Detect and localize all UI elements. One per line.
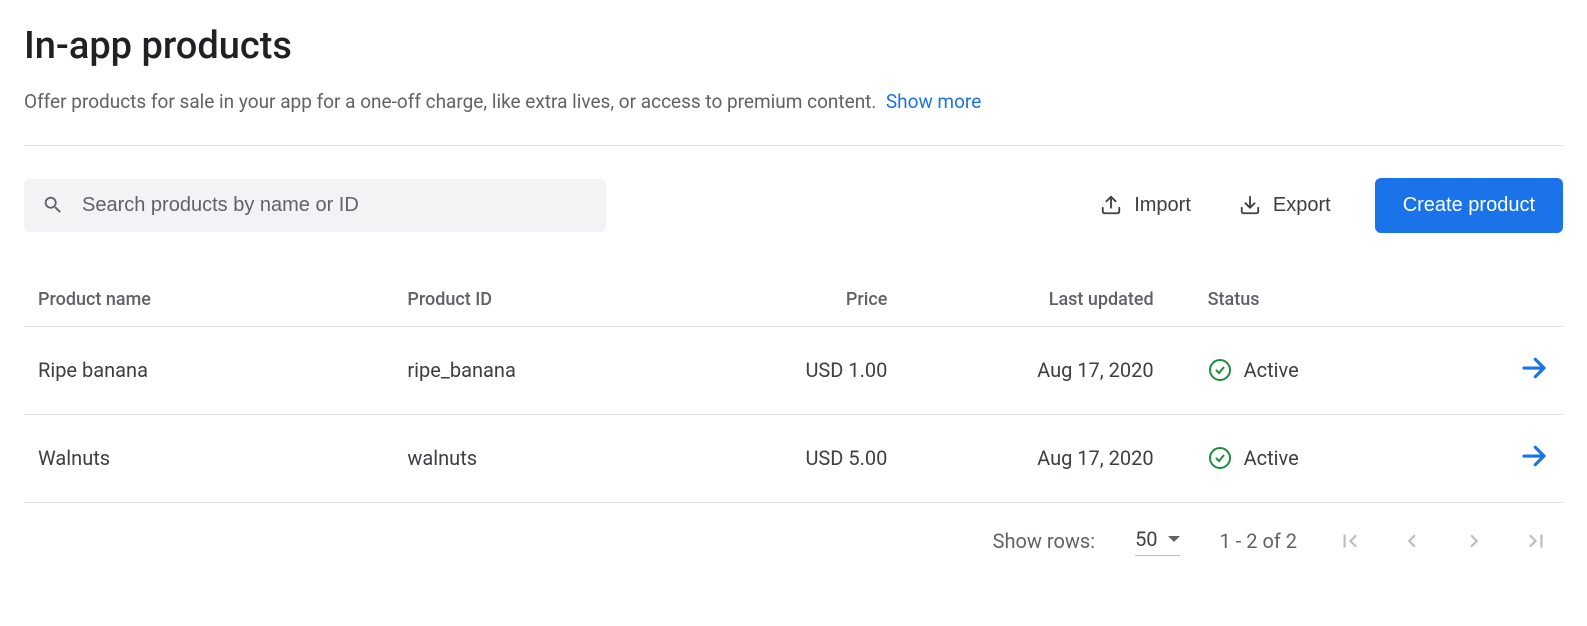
cell-price: USD 1.00	[732, 326, 947, 414]
prev-page-button[interactable]	[1399, 528, 1425, 554]
arrow-right-icon	[1519, 353, 1549, 383]
cell-price: USD 5.00	[732, 414, 947, 502]
import-button[interactable]: Import	[1096, 186, 1195, 225]
col-header-price: Price	[732, 273, 947, 327]
col-header-status: Status	[1194, 273, 1440, 327]
cell-status: Active	[1194, 326, 1440, 414]
import-label: Import	[1134, 194, 1191, 217]
show-more-link[interactable]: Show more	[886, 90, 981, 113]
cell-action	[1440, 414, 1563, 502]
cell-product-name: Walnuts	[24, 414, 393, 502]
export-label: Export	[1273, 194, 1331, 217]
cell-product-name: Ripe banana	[24, 326, 393, 414]
show-rows-label: Show rows:	[993, 529, 1095, 553]
cell-product-id: walnuts	[393, 414, 732, 502]
table-header-row: Product name Product ID Price Last updat…	[24, 273, 1563, 327]
table-row[interactable]: WalnutswalnutsUSD 5.00Aug 17, 2020 Active	[24, 414, 1563, 502]
products-table: Product name Product ID Price Last updat…	[24, 273, 1563, 503]
row-open-button[interactable]	[1519, 441, 1549, 471]
last-page-icon	[1523, 528, 1549, 554]
col-header-name: Product name	[24, 273, 393, 327]
search-input[interactable]	[80, 193, 588, 218]
status-text: Active	[1244, 446, 1299, 470]
table-row[interactable]: Ripe bananaripe_bananaUSD 1.00Aug 17, 20…	[24, 326, 1563, 414]
next-page-button[interactable]	[1461, 528, 1487, 554]
first-page-icon	[1337, 528, 1363, 554]
col-header-id: Product ID	[393, 273, 732, 327]
table-footer: Show rows: 50 1 - 2 of 2	[24, 503, 1563, 556]
check-circle-icon	[1208, 358, 1232, 382]
last-page-button[interactable]	[1523, 528, 1549, 554]
rows-per-page-select[interactable]: 50	[1135, 527, 1179, 556]
toolbar: Import Export Create product	[24, 178, 1563, 233]
pager	[1337, 528, 1549, 554]
header-divider	[24, 145, 1563, 146]
create-product-button[interactable]: Create product	[1375, 178, 1563, 233]
first-page-button[interactable]	[1337, 528, 1363, 554]
cell-action	[1440, 326, 1563, 414]
chevron-right-icon	[1461, 528, 1487, 554]
cell-last-updated: Aug 17, 2020	[947, 414, 1193, 502]
check-circle-icon	[1208, 446, 1232, 470]
row-open-button[interactable]	[1519, 353, 1549, 383]
page-range: 1 - 2 of 2	[1220, 529, 1297, 553]
search-icon	[42, 194, 64, 216]
status-text: Active	[1244, 358, 1299, 382]
cell-status: Active	[1194, 414, 1440, 502]
upload-icon	[1100, 194, 1122, 216]
dropdown-icon	[1168, 533, 1180, 545]
subtitle-text: Offer products for sale in your app for …	[24, 90, 876, 113]
export-button[interactable]: Export	[1235, 186, 1335, 225]
download-icon	[1239, 194, 1261, 216]
page-title: In-app products	[24, 24, 1563, 68]
col-header-updated: Last updated	[947, 273, 1193, 327]
search-box[interactable]	[24, 179, 606, 232]
page-subtitle: Offer products for sale in your app for …	[24, 88, 1563, 117]
cell-last-updated: Aug 17, 2020	[947, 326, 1193, 414]
chevron-left-icon	[1399, 528, 1425, 554]
arrow-right-icon	[1519, 441, 1549, 471]
cell-product-id: ripe_banana	[393, 326, 732, 414]
rows-per-page-value: 50	[1135, 527, 1157, 551]
